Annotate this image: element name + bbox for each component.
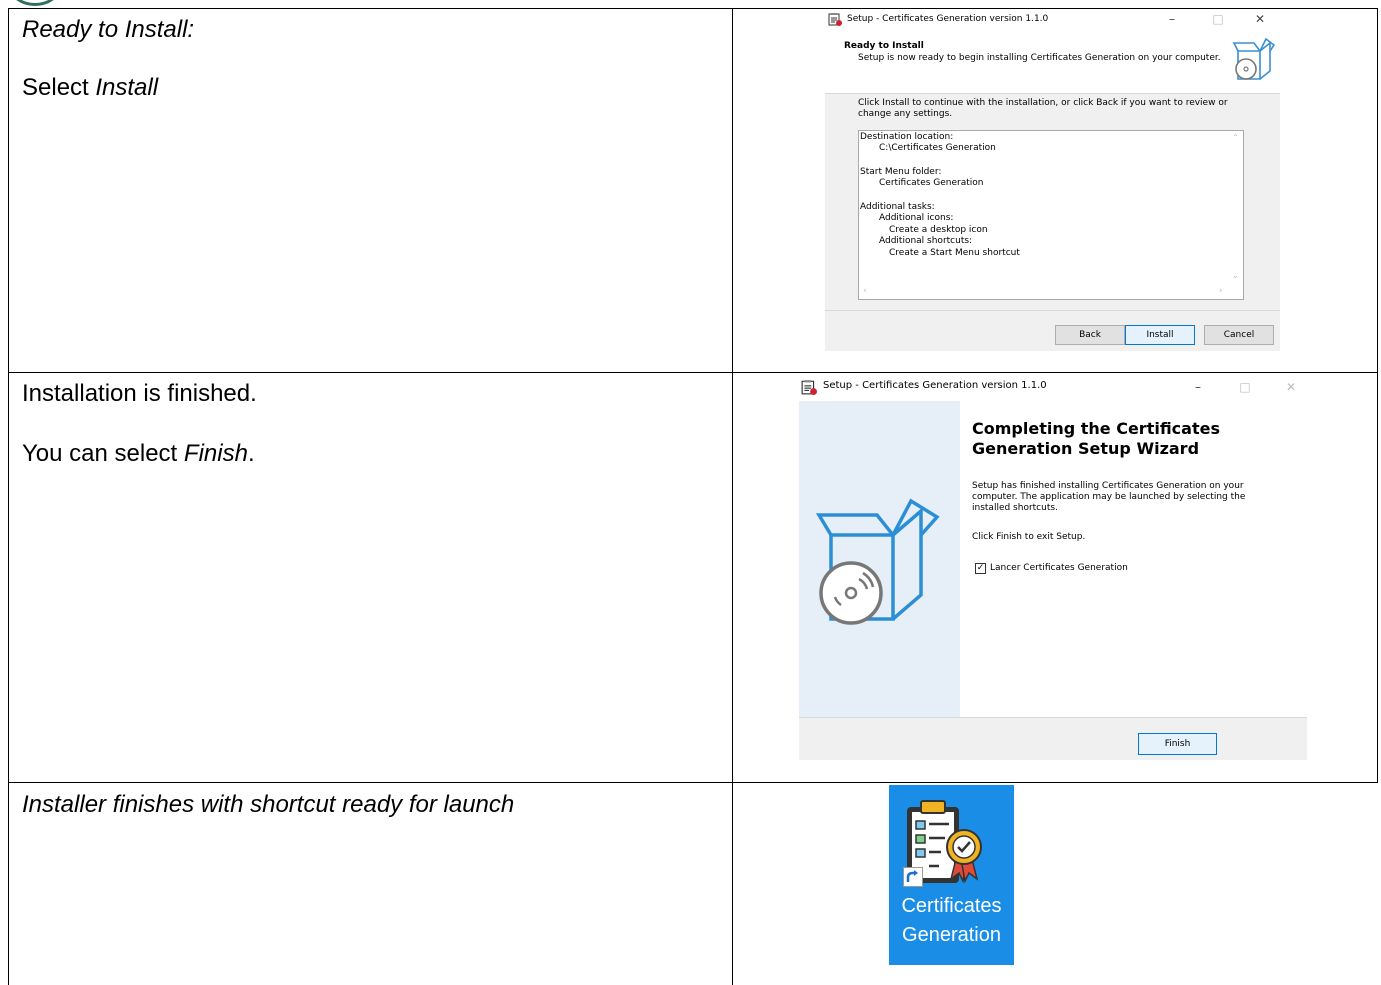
wizard-footer <box>799 717 1307 760</box>
software-box-icon <box>815 498 940 625</box>
summary-line: Destination location: <box>860 132 954 142</box>
summary-line: Additional icons: <box>879 213 954 223</box>
summary-line: Create a Start Menu shortcut <box>889 248 1020 258</box>
minimize-icon[interactable]: – <box>1165 12 1179 26</box>
install-summary-memo[interactable]: Destination location: C:\Certificates Ge… <box>858 130 1244 300</box>
ready-to-install-dialog: Setup - Certificates Generation version … <box>825 9 1280 351</box>
launch-checkbox-label[interactable]: Lancer Certificates Generation <box>990 563 1128 574</box>
back-button[interactable]: Back <box>1055 325 1125 345</box>
wizard-body-line-1: Setup has finished installing Certificat… <box>972 481 1244 491</box>
document-logo <box>10 0 60 6</box>
scroll-up-icon[interactable]: ⌃ <box>1232 133 1239 142</box>
setup-installer-icon <box>801 380 817 395</box>
horizontal-scrollbar[interactable]: ‹ › <box>859 285 1231 299</box>
wizard-body-line-2: computer. The application may be launche… <box>972 492 1246 502</box>
dialog-titlebar: Setup - Certificates Generation version … <box>825 9 1280 31</box>
wizard-body-line-3: installed shortcuts. <box>972 503 1058 513</box>
window-title: Setup - Certificates Generation version … <box>847 14 1049 24</box>
shortcut-label-line-1: Certificates <box>901 895 1002 917</box>
table-border-row2 <box>8 782 1378 783</box>
table-border-right <box>1377 8 1378 783</box>
desktop-shortcut[interactable]: Certificates Generation <box>889 785 1014 965</box>
software-box-icon <box>1232 37 1276 80</box>
summary-line: Certificates Generation <box>879 178 984 188</box>
maximize-icon: □ <box>1212 12 1224 26</box>
page-subheading: Setup is now ready to begin installing C… <box>858 53 1221 63</box>
wizard-title-line-2: Generation Setup Wizard <box>972 439 1200 458</box>
exit-instruction: Click Finish to exit Setup. <box>972 532 1086 542</box>
summary-line: Additional shortcuts: <box>879 236 973 246</box>
install-button[interactable]: Install <box>1125 325 1195 345</box>
table-border-middle <box>732 8 733 985</box>
instruction-line-2: change any settings. <box>858 109 953 119</box>
row2-heading: Installation is finished. <box>22 380 257 407</box>
scroll-right-icon[interactable]: › <box>1219 286 1223 296</box>
window-title: Setup - Certificates Generation version … <box>823 380 1047 391</box>
minimize-icon[interactable]: – <box>1191 380 1205 394</box>
row3-heading: Installer finishes with shortcut ready f… <box>22 791 515 818</box>
dialog-header: Ready to Install Setup is now ready to b… <box>825 31 1280 94</box>
summary-line: Create a desktop icon <box>889 225 988 235</box>
completing-setup-dialog: Setup - Certificates Generation version … <box>799 377 1307 760</box>
wizard-title-line-1: Completing the Certificates <box>972 419 1220 438</box>
instruction-line-1: Click Install to continue with the insta… <box>858 98 1228 108</box>
scroll-left-icon[interactable]: ‹ <box>863 286 867 296</box>
footer-divider <box>825 310 1280 311</box>
row2-instruction: You can select Finish. <box>22 440 255 467</box>
vertical-scrollbar[interactable]: ⌃ ⌄ <box>1229 131 1243 286</box>
setup-installer-icon <box>828 13 842 26</box>
summary-line: Start Menu folder: <box>860 167 942 177</box>
table-border-left <box>8 8 9 985</box>
table-border-row1 <box>8 372 1378 373</box>
launch-checkbox[interactable]: ✓ <box>975 563 986 574</box>
maximize-icon: □ <box>1239 380 1251 394</box>
close-icon: ✕ <box>1285 380 1297 394</box>
row1-heading: Ready to Install: <box>22 16 195 43</box>
summary-line: C:\Certificates Generation <box>879 143 996 153</box>
scroll-down-icon[interactable]: ⌄ <box>1232 271 1239 280</box>
shortcut-label-line-2: Generation <box>902 924 1001 946</box>
cancel-button[interactable]: Cancel <box>1204 325 1274 345</box>
close-icon[interactable]: ✕ <box>1253 12 1267 26</box>
summary-line: Additional tasks: <box>860 202 935 212</box>
row1-instruction: Select Install <box>22 74 159 101</box>
finish-button[interactable]: Finish <box>1138 733 1217 755</box>
page-heading: Ready to Install <box>844 41 924 51</box>
shortcut-arrow-icon <box>903 867 923 887</box>
wizard-side-panel <box>799 401 960 717</box>
